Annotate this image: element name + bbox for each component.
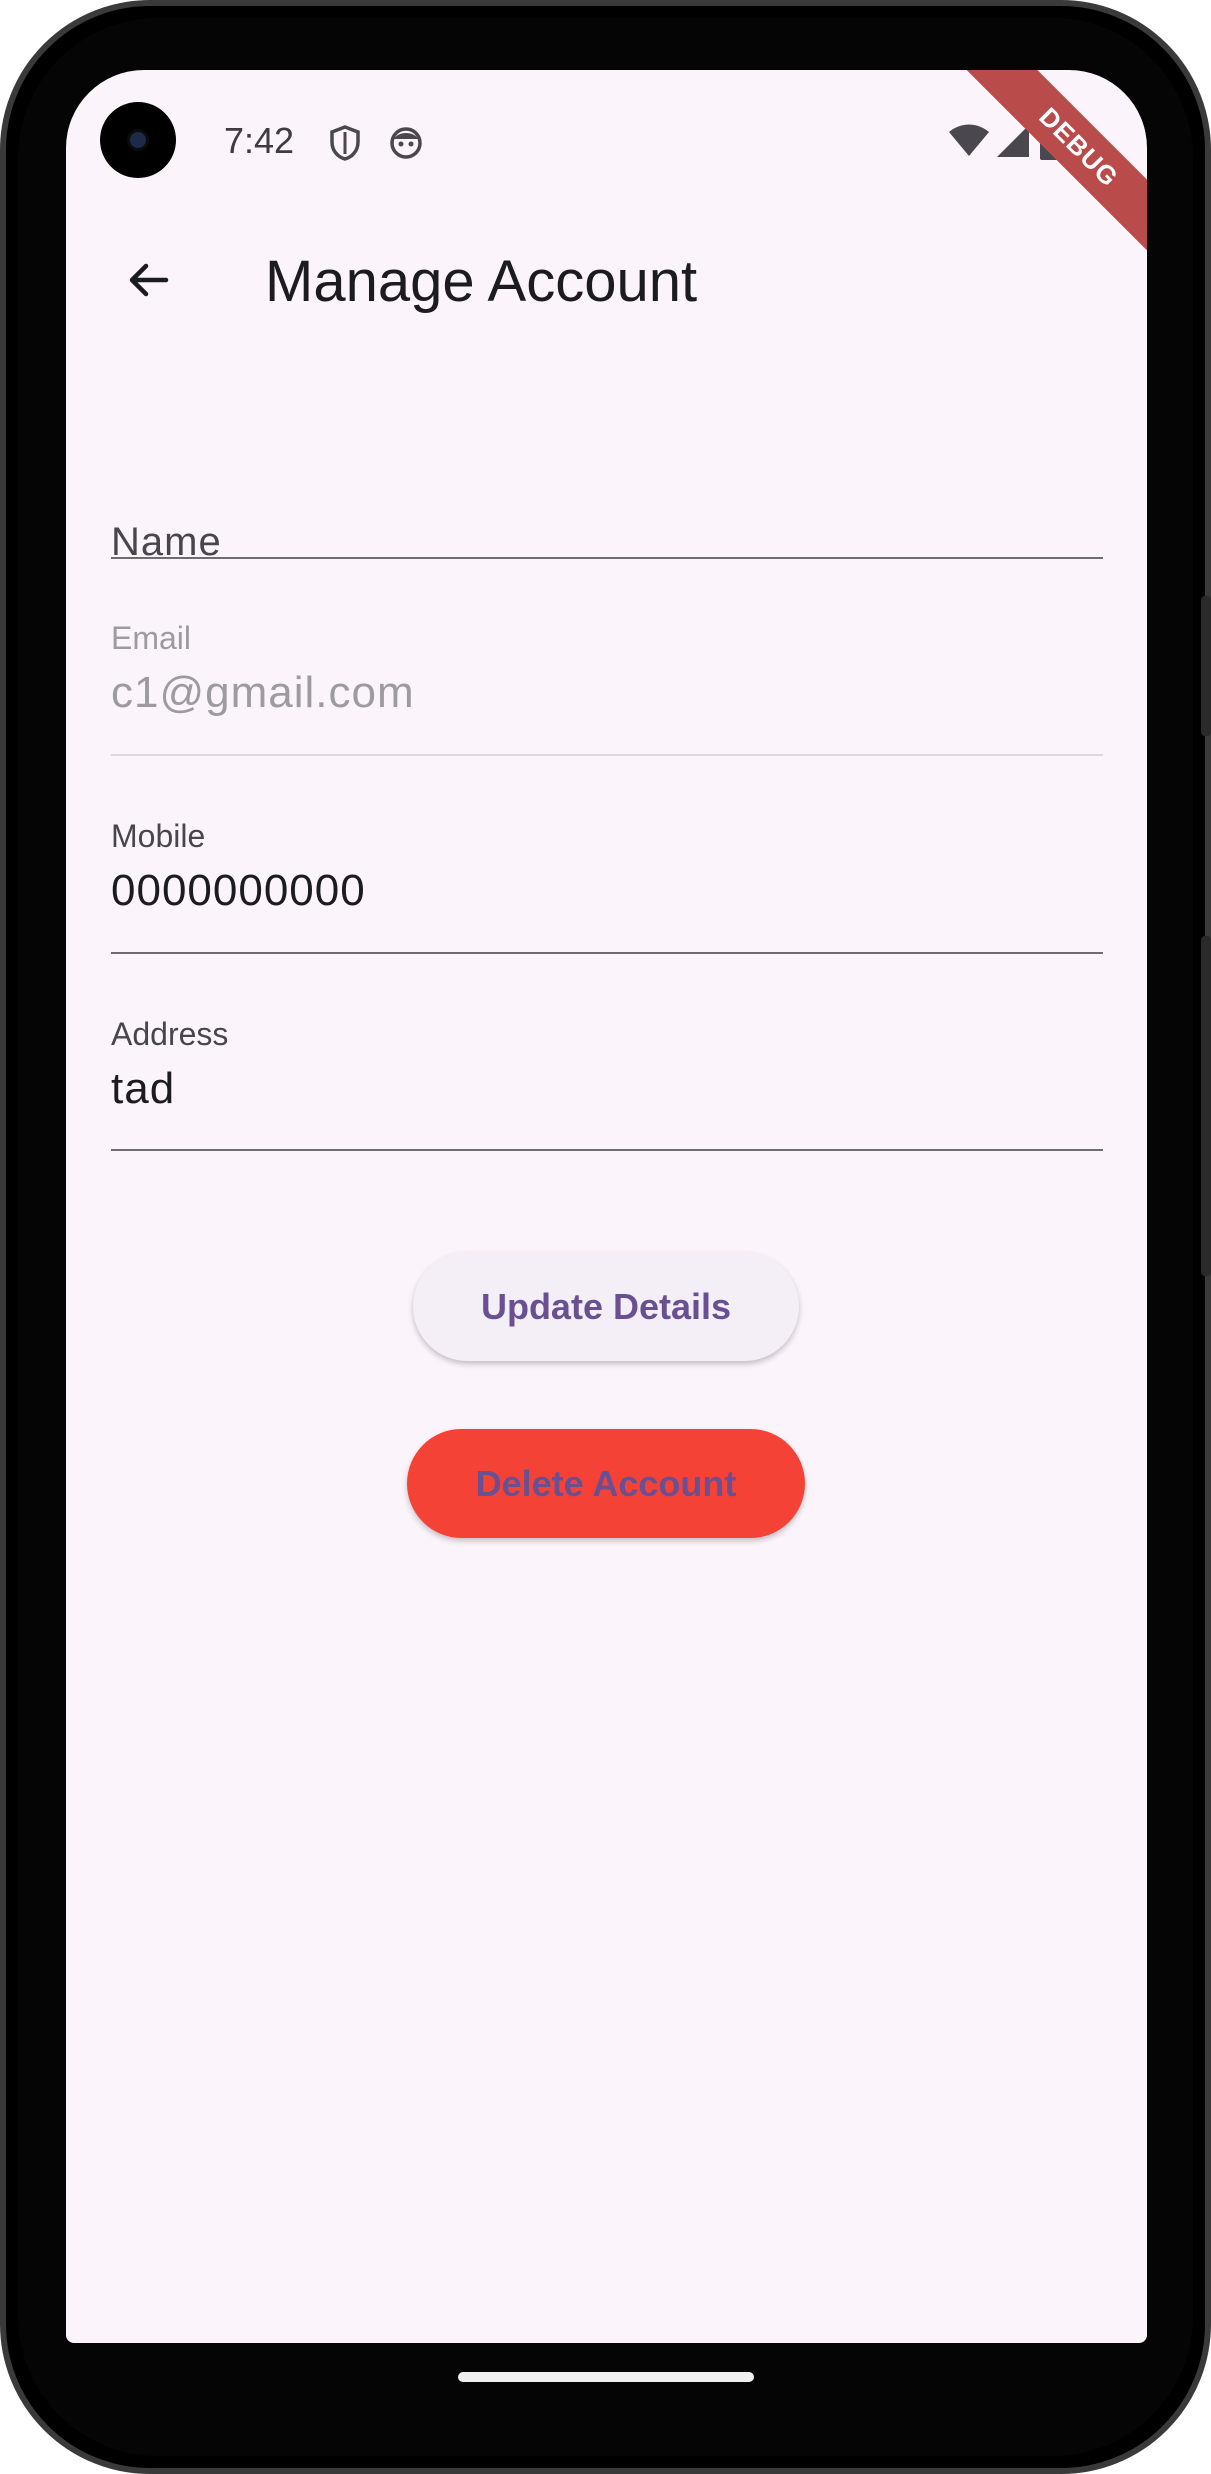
update-details-button[interactable]: Update Details [413,1252,799,1361]
wifi-icon [948,122,990,163]
home-indicator[interactable] [458,2372,754,2382]
signal-icon [996,124,1030,163]
email-field: Email c1@gmail.com [111,610,1103,750]
email-underline [111,754,1103,756]
mobile-label: Mobile [111,818,206,854]
front-camera [100,102,176,178]
arrow-back-icon [129,263,169,297]
power-button [1201,596,1211,736]
address-label: Address [111,1016,229,1052]
name-field[interactable]: Name [111,450,1103,564]
debug-banner: DEBUG [948,70,1147,278]
face-icon [388,124,424,165]
phone-frame: 7:42 DEBUG Manage Account Name Email c1@… [0,0,1211,2474]
address-underline [111,1149,1103,1151]
page-title: Manage Account [265,249,698,314]
mobile-field[interactable]: Mobile 0000000000 [111,808,1103,948]
mobile-underline [111,952,1103,954]
email-label: Email [111,620,192,656]
volume-button [1201,936,1211,1276]
email-value: c1@gmail.com [111,668,415,717]
delete-account-button[interactable]: Delete Account [407,1429,805,1538]
shield-icon [328,124,362,167]
name-underline [111,557,1103,559]
address-value: tad [111,1064,176,1113]
status-time: 7:42 [224,120,295,161]
address-field[interactable]: Address tad [111,1006,1103,1146]
app-screen: 7:42 DEBUG Manage Account Name Email c1@… [66,70,1147,2343]
back-button[interactable] [108,240,188,320]
mobile-value: 0000000000 [111,866,366,915]
